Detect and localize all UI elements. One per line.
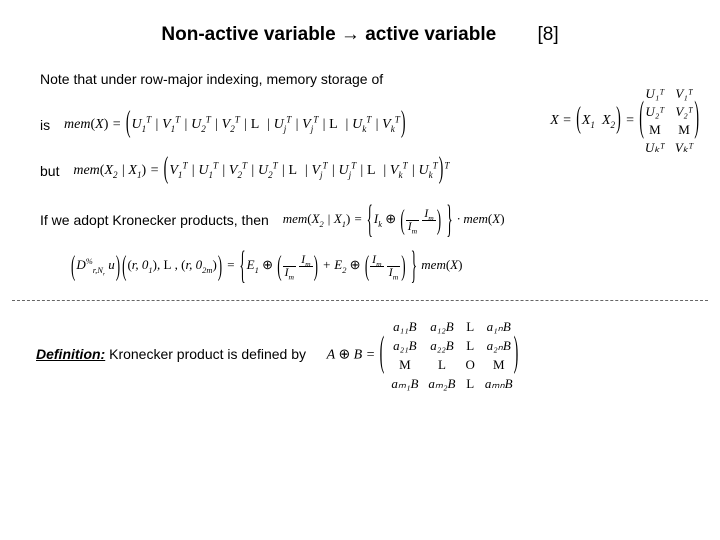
kronecker-text: If we adopt Kronecker products, then (40, 212, 269, 228)
definition-text: Kronecker product is defined by (105, 346, 306, 362)
is-line: is mem(X) = (U1T | V1T | U2T | V2T | L |… (40, 116, 680, 144)
note-line: Note that under row-major indexing, memo… (40, 70, 680, 98)
definition-head: Definition: (36, 346, 105, 362)
slide-body: Note that under row-major indexing, memo… (0, 46, 720, 282)
but-label: but (40, 163, 59, 179)
but-line: but mem(X2 | X1) = (V1T | U1T | V2T | U2… (40, 162, 680, 190)
is-label: is (40, 117, 50, 133)
mem-x-expr: mem(X) = (U1T | V1T | U2T | V2T | L | Uj… (64, 117, 406, 133)
definition-expr: A ⊕ B = ( a₁₁Ba₁₂BLa₁ₙB a₂₁Ba₂₂BLa₂ₙB ML… (320, 319, 519, 392)
mem-x2x1-expr: mem(X2 | X1) = (V1T | U1T | V2T | U2T | … (73, 163, 449, 179)
reference-label: [8] (537, 24, 558, 46)
divider (12, 300, 708, 301)
kronecker-expr: mem(X2 | X1) = {Ik ⊕ ( Im Im ) } · mem(X… (283, 208, 505, 232)
title-text: Non-active variable → active variable (161, 24, 496, 45)
derivative-line: (D%r,Nr u)((r, 01), L , (r, 02m)) = {E1 … (60, 254, 680, 282)
derivative-expr: (D%r,Nr u)((r, 01), L , (r, 02m)) = {E1 … (70, 254, 462, 278)
slide-title: Non-active variable → active variable [8… (0, 0, 720, 46)
definition-line: Definition: Kronecker product is defined… (0, 319, 720, 392)
kronecker-matrix: a₁₁Ba₁₂BLa₁ₙB a₂₁Ba₂₂BLa₂ₙB MLOM aₘ₁Baₘ₂… (391, 319, 512, 392)
kronecker-line: If we adopt Kronecker products, then mem… (40, 208, 680, 236)
note-text: Note that under row-major indexing, memo… (40, 71, 383, 87)
